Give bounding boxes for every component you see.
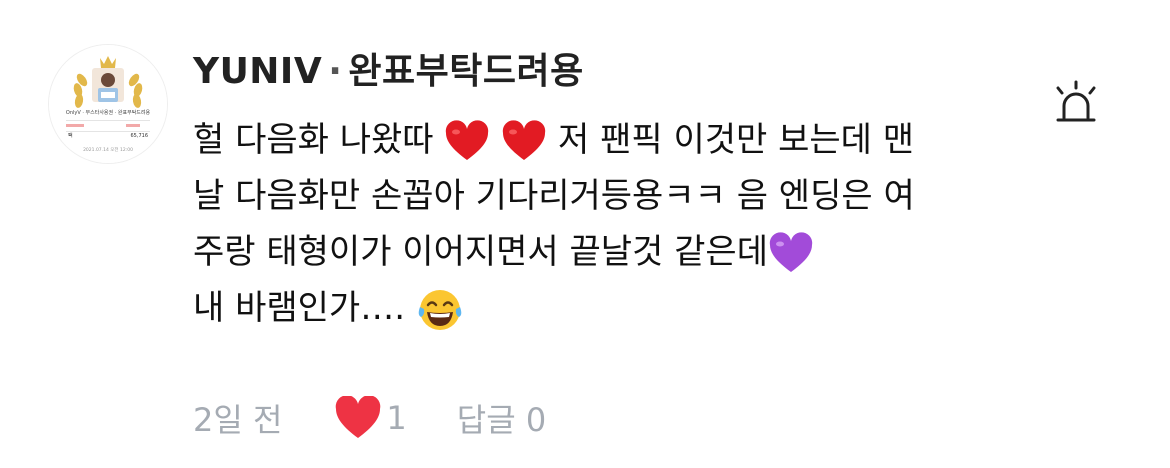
comment-author[interactable]: YUNIV · 완표부탁드려용 [193, 42, 584, 94]
like-count: 1 [386, 399, 407, 437]
reply-label: 답글 [456, 401, 516, 439]
comment-line-3: 주랑 태형이가 이어지면서 끝날것 같은데 [193, 224, 1013, 280]
comment-item: OnlyV · 부스타사용권 · 완표부탁드려용 팩 65,716 2021.0… [0, 0, 1170, 468]
author-separator: · [328, 51, 343, 92]
comment-text: 헐 다음화 나왔따 저 팬픽 이것만 보는데 맨 날 다음화만 손꼽아 기다리거… [193, 112, 1013, 336]
red-heart-icon [503, 119, 546, 160]
comment-time: 2일 전 [193, 401, 283, 439]
report-siren-icon[interactable] [1050, 78, 1102, 128]
comment-text-segment: 저 팬픽 이것만 보는데 맨 [547, 120, 915, 160]
author-name: YUNIV [193, 51, 323, 92]
avatar-image: OnlyV · 부스타사용권 · 완표부탁드려용 팩 65,716 2021.0… [49, 45, 167, 163]
svg-text:65,716: 65,716 [131, 133, 149, 139]
svg-text:OnlyV · 부스타사용권 · 완표부탁드려용: OnlyV · 부스타사용권 · 완표부탁드려용 [66, 109, 151, 116]
purple-heart-icon [769, 231, 813, 272]
comment-line-2: 날 다음화만 손꼽아 기다리거등용ㅋㅋ 음 엔딩은 여 [193, 176, 915, 216]
red-heart-icon [446, 119, 489, 160]
comment-line-1: 헐 다음화 나왔따 저 팬픽 이것만 보는데 맨 [193, 112, 1013, 168]
comment-text-segment: 헐 다음화 나왔따 [193, 120, 434, 160]
comment-meta: 2일 전 1 답글 0 [193, 396, 546, 440]
comment-text-segment: 주랑 태형이가 이어지면서 끝날것 같은데 [193, 232, 768, 272]
reply-count: 0 [525, 401, 547, 439]
svg-text:2021.07.14 오전 12:00: 2021.07.14 오전 12:00 [83, 146, 133, 153]
avatar[interactable]: OnlyV · 부스타사용권 · 완표부탁드려용 팩 65,716 2021.0… [48, 44, 168, 164]
comment-text-segment: 내 바램인가…. [193, 288, 406, 328]
author-nickname: 완표부탁드려용 [348, 51, 584, 92]
tears-of-joy-icon [418, 289, 462, 330]
reply-button[interactable]: 답글 0 [457, 395, 546, 441]
like-button[interactable]: 1 [334, 396, 407, 440]
heart-icon [336, 396, 381, 438]
comment-line-4: 내 바램인가…. [193, 280, 1013, 336]
svg-text:팩: 팩 [68, 132, 73, 139]
